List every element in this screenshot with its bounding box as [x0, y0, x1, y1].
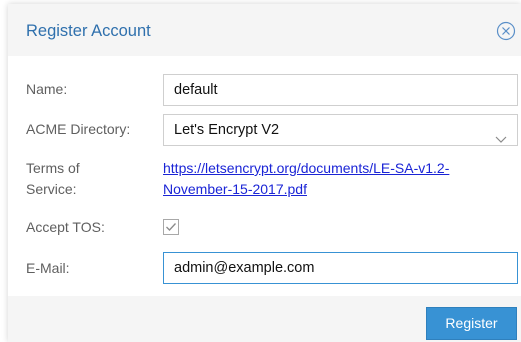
accept-tos-checkbox[interactable]: [163, 219, 179, 235]
dialog-title: Register Account: [26, 22, 151, 40]
acme-directory-value: Let's Encrypt V2: [174, 122, 280, 138]
chevron-down-icon[interactable]: [495, 125, 507, 143]
tos-label-line2: Service:: [26, 181, 77, 197]
dialog-body: Name: default ACME Directory: Let's Encr…: [8, 56, 521, 296]
terms-of-service-label: Terms of Service:: [26, 158, 80, 200]
acme-directory-select[interactable]: Let's Encrypt V2: [163, 114, 518, 146]
close-icon[interactable]: [496, 21, 516, 41]
dialog-footer: Register: [8, 296, 521, 342]
tos-label-line1: Terms of: [26, 160, 80, 176]
name-field[interactable]: default: [163, 74, 518, 106]
email-label: E-Mail:: [26, 260, 70, 276]
name-label: Name:: [26, 81, 68, 97]
dialog-header: Register Account: [8, 4, 521, 56]
tos-link-line1[interactable]: https://letsencrypt.org/documents/LE-SA-…: [163, 160, 449, 176]
acme-directory-label: ACME Directory:: [26, 121, 131, 137]
tos-link-line2[interactable]: November-15-2017.pdf: [163, 181, 307, 197]
email-field[interactable]: admin@example.com: [163, 252, 518, 284]
register-account-dialog: Register Account Name: default ACME Dire…: [8, 4, 521, 342]
accept-tos-label: Accept TOS:: [26, 219, 105, 235]
terms-of-service-link[interactable]: https://letsencrypt.org/documents/LE-SA-…: [163, 158, 513, 200]
register-button[interactable]: Register: [426, 307, 517, 340]
